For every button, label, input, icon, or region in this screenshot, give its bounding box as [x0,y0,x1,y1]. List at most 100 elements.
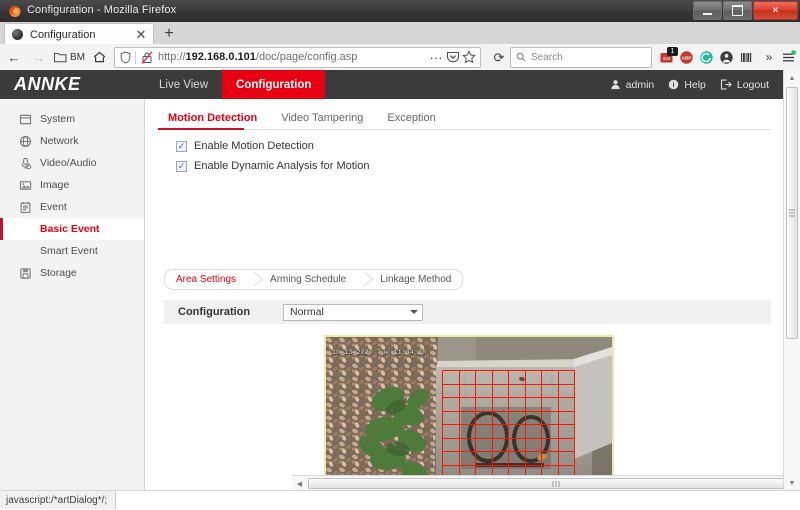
step-tab-linkage-method[interactable]: Linkage Method [369,270,462,289]
account-extension-icon[interactable] [718,49,735,66]
green-circle-extension-icon[interactable] [698,49,715,66]
reload-icon[interactable]: ⟳ [488,46,510,68]
minimize-button[interactable] [693,1,722,20]
sidebar-subitem-basic-event-label: Basic Event [40,223,100,235]
help-button[interactable]: i Help [668,79,706,91]
motion-detection-grid[interactable] [442,370,576,480]
header-account-area: admin i Help Logout [610,70,783,99]
logout-icon [720,79,732,90]
hscroll-thumb[interactable] [308,478,800,489]
close-icon: ✕ [771,5,780,15]
step-tab-area-settings[interactable]: Area Settings [165,270,247,289]
broken-lock-icon[interactable] [141,50,153,64]
checkmark-icon: ✓ [177,140,186,151]
page-vertical-scrollbar[interactable]: ▲ ▼ [783,70,800,491]
video-preview[interactable]: 10-13-2020 Tue 11:34:28 [324,335,614,491]
step-tabs: Area Settings Arming Schedule Linkage Me… [164,269,464,290]
forward-icon[interactable]: → [28,46,50,68]
grid-line-horizontal [442,437,574,439]
sidebar-subitem-basic-event[interactable]: Basic Event [0,218,144,240]
search-input[interactable]: Search [510,46,652,68]
pocket-icon[interactable] [446,50,460,64]
new-tab-button[interactable]: + [160,25,178,42]
sidebar-item-storage-label: Storage [40,267,77,279]
app-menu-icon[interactable] [780,49,797,66]
user-icon [610,80,620,90]
close-button[interactable]: ✕ [753,1,798,20]
tab-exception[interactable]: Exception [375,112,447,129]
vscroll-up-icon[interactable]: ▲ [784,70,800,86]
search-placeholder-text: Search [531,51,563,63]
sidebar-item-storage[interactable]: Storage [0,262,144,284]
abp-glyph-icon: ABP [680,50,693,64]
chevron-down-icon [410,310,418,314]
svg-text:IDM: IDM [663,56,671,61]
window-controls: ✕ [693,1,798,20]
sidebar-subitem-smart-event-label: Smart Event [40,245,98,257]
account-admin-button[interactable]: admin [610,78,655,91]
sidebar-item-image[interactable]: Image [0,174,144,196]
content-horizontal-scrollbar[interactable]: ◀ ▶ [292,475,800,491]
overflow-chevron-icon[interactable]: » [761,46,777,68]
maximize-button[interactable] [723,1,752,20]
video-timestamp-overlay: 10-13-2020 Tue 11:34:28 [332,349,427,356]
content-tabs: Motion Detection Video Tampering Excepti… [156,107,448,129]
bookmark-folder-button[interactable]: BM [54,52,85,63]
enable-dynamic-analysis-row[interactable]: ✓ Enable Dynamic Analysis for Motion [176,160,369,172]
sidebar-item-image-label: Image [40,179,70,191]
tab-favicon-icon [12,29,23,40]
grid-line-horizontal [442,464,574,466]
account-admin-label: admin [625,78,655,91]
sidebar-item-event[interactable]: Event [0,196,144,218]
url-bar[interactable]: http://192.168.0.101/doc/page/config.asp… [114,46,481,68]
step-separator-chevron-icon [247,270,259,289]
svg-text:i: i [673,82,675,89]
sidebar-item-network-label: Network [40,135,79,147]
tab-motion-detection[interactable]: Motion Detection [156,112,269,129]
system-icon [18,112,32,126]
grid-line-horizontal [442,424,574,426]
storage-icon [18,266,32,280]
extension-icons: IDM 1 ABP » [658,46,797,68]
logout-button[interactable]: Logout [720,79,769,91]
sidebar: System Network Video/Audio Image Event B… [0,99,145,491]
sidebar-subitem-smart-event[interactable]: Smart Event [0,240,144,262]
browser-tab-configuration[interactable]: Configuration ✕ [4,23,154,45]
downloads-extension-icon[interactable]: IDM 1 [658,46,678,66]
hscroll-grip-icon [552,480,560,487]
enable-motion-detection-row[interactable]: ✓ Enable Motion Detection [176,140,314,152]
home-icon[interactable] [88,46,110,68]
maximize-icon [732,5,743,16]
adblock-plus-icon[interactable]: ABP [678,49,695,66]
vscroll-down-icon[interactable]: ▼ [784,475,800,491]
barcode-extension-icon[interactable] [738,49,755,66]
sidebar-item-network[interactable]: Network [0,130,144,152]
app-header: ANNKE Live View Configuration admin i He… [0,70,783,99]
nav-tab-live-view[interactable]: Live View [145,70,222,99]
hscroll-left-icon[interactable]: ◀ [292,476,307,491]
shield-icon[interactable] [119,50,132,64]
vscroll-thumb[interactable] [786,87,798,339]
page-actions-ellipsis-icon[interactable]: ··· [428,46,444,68]
enable-motion-detection-checkbox[interactable]: ✓ [176,140,187,152]
configuration-select[interactable]: Normal [283,303,423,321]
sidebar-item-system[interactable]: System [0,108,144,130]
image-icon [18,178,32,192]
grid-line-horizontal [442,370,574,372]
home-glyph-icon [93,51,105,63]
event-icon [18,200,32,214]
nav-tab-configuration[interactable]: Configuration [222,70,326,99]
search-icon [516,52,526,62]
sidebar-item-system-label: System [40,113,76,125]
sidebar-item-video-audio[interactable]: Video/Audio [0,152,144,174]
enable-dynamic-analysis-checkbox[interactable]: ✓ [176,160,187,172]
url-text: http://192.168.0.101/doc/page/config.asp [158,51,358,63]
enable-dynamic-analysis-label: Enable Dynamic Analysis for Motion [194,160,370,172]
tab-close-icon[interactable]: ✕ [133,27,149,43]
enable-motion-detection-label: Enable Motion Detection [194,140,314,152]
bookmark-star-icon[interactable] [462,50,476,64]
minimize-icon [703,12,712,15]
tab-video-tampering[interactable]: Video Tampering [269,112,375,129]
back-icon[interactable]: ← [3,46,25,68]
step-tab-arming-schedule[interactable]: Arming Schedule [259,270,357,289]
